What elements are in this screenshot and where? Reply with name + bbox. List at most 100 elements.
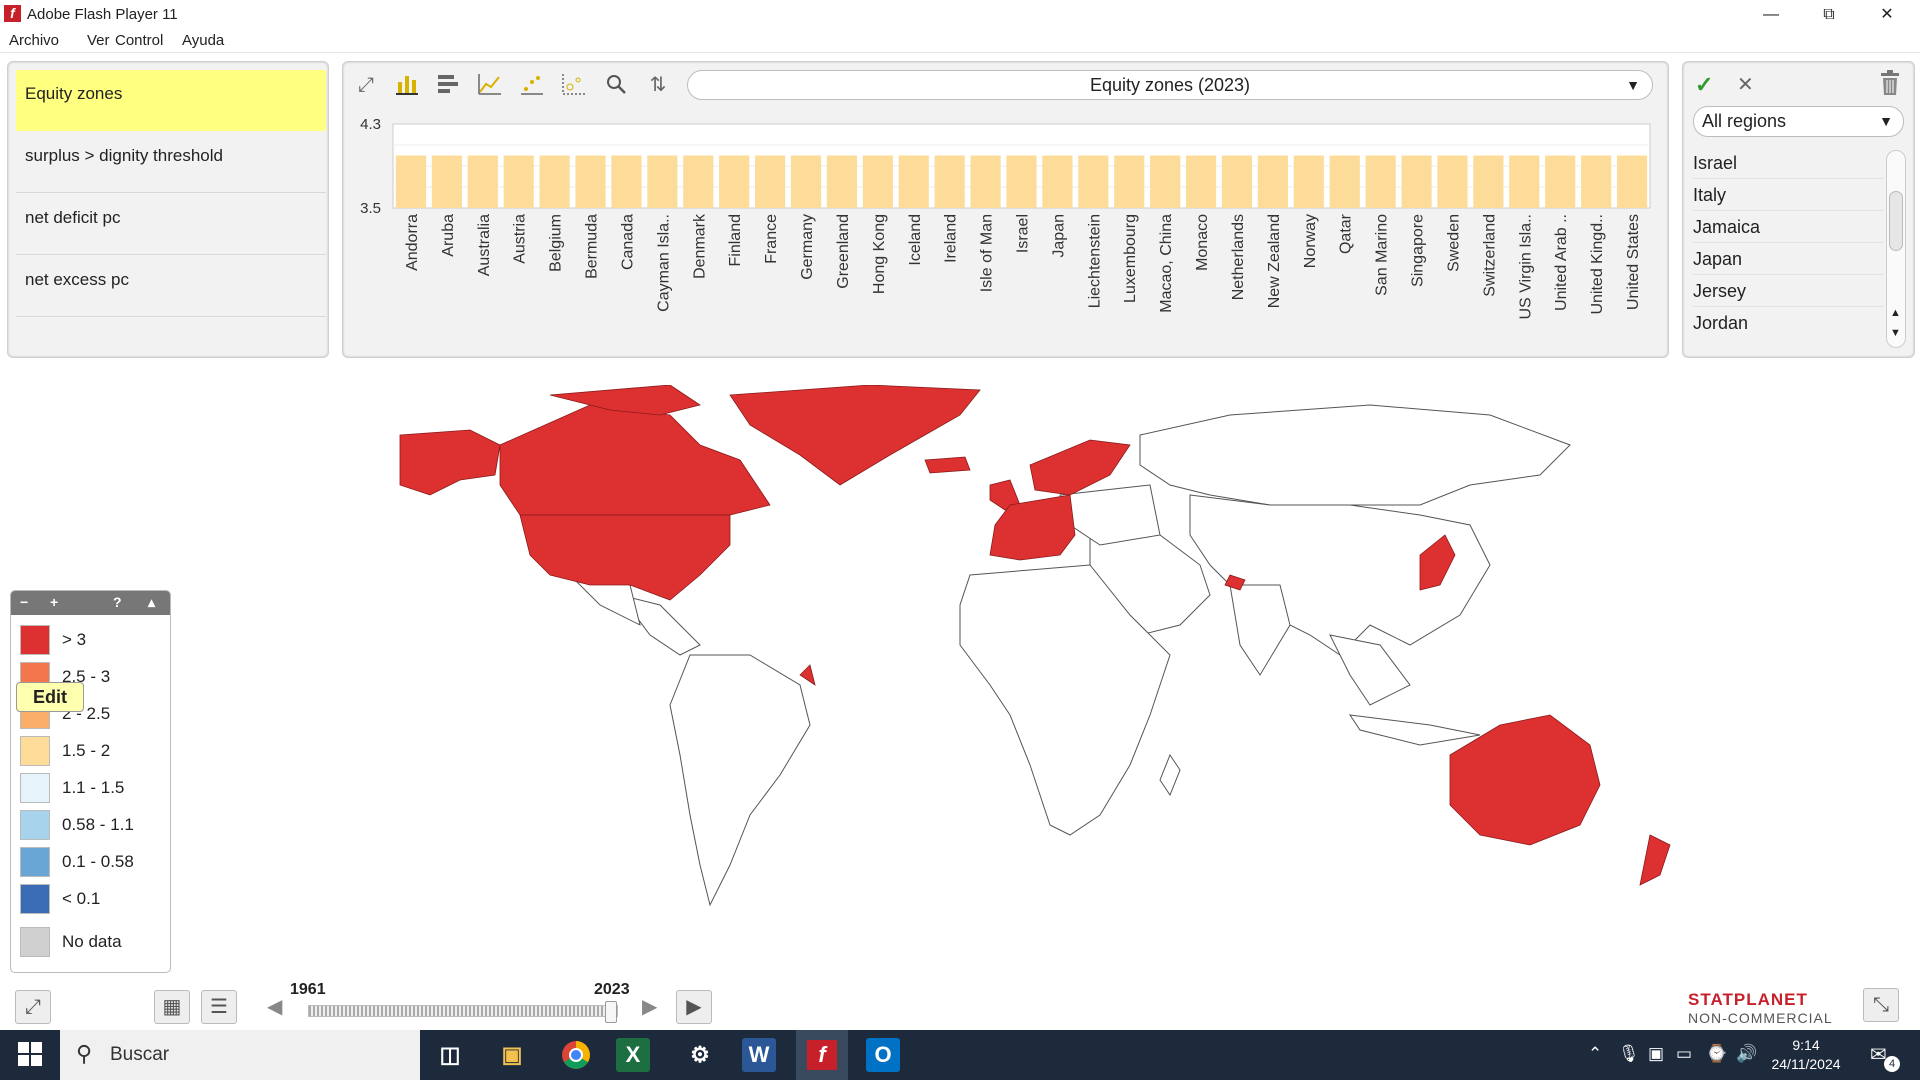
bar[interactable] (1114, 155, 1145, 209)
windows-start-icon[interactable] (18, 1042, 42, 1071)
scroll-up-icon[interactable]: ▲ (1890, 307, 1901, 319)
sort-icon[interactable]: ⇅ (645, 72, 671, 98)
bar[interactable] (755, 155, 786, 209)
world-map[interactable] (370, 385, 1730, 925)
battery-icon[interactable]: ▭ (1676, 1044, 1692, 1064)
menu-archivo[interactable]: Archivo (9, 32, 59, 49)
restore-button[interactable]: ⧉ (1800, 0, 1858, 29)
bar[interactable] (1221, 155, 1253, 209)
bar[interactable] (1006, 155, 1037, 209)
search-icon[interactable] (603, 72, 629, 98)
scatter-icon[interactable] (519, 72, 545, 98)
bar[interactable] (683, 155, 714, 209)
bar[interactable] (1078, 155, 1109, 209)
legend-swatch[interactable] (20, 884, 50, 914)
legend-help-button[interactable]: ? (113, 594, 122, 610)
bar[interactable] (719, 155, 750, 209)
edit-tooltip[interactable]: Edit (16, 682, 84, 712)
bar[interactable] (1329, 155, 1360, 209)
bar[interactable] (826, 155, 858, 209)
line-chart-icon[interactable] (477, 72, 503, 98)
fullscreen-button[interactable]: ⤢ (15, 990, 51, 1024)
table-view-button[interactable]: ▦ (154, 990, 190, 1024)
legend-swatch[interactable] (20, 773, 50, 803)
bar[interactable] (1185, 155, 1217, 209)
indicator-net-deficit[interactable]: net deficit pc (16, 194, 326, 255)
bar[interactable] (1509, 155, 1540, 209)
bar[interactable] (467, 155, 498, 209)
chrome-icon[interactable] (554, 1035, 598, 1075)
timeline-slider-thumb[interactable] (605, 1001, 617, 1023)
bubble-chart-icon[interactable] (561, 72, 587, 98)
clear-x-icon[interactable]: ✕ (1737, 72, 1754, 97)
timeline-next-icon[interactable]: ▶ (642, 994, 657, 1019)
play-button[interactable]: ▶ (676, 990, 712, 1024)
trash-icon[interactable] (1879, 70, 1901, 101)
taskbar-search[interactable]: ⚲ Buscar (60, 1030, 420, 1080)
region-select[interactable]: All regions ▼ (1693, 106, 1904, 137)
region-item-japan[interactable]: Japan (1693, 243, 1883, 275)
outlook-icon[interactable]: O (866, 1038, 900, 1072)
bar[interactable] (1042, 155, 1073, 209)
legend-swatch[interactable] (20, 927, 50, 957)
bar[interactable] (1365, 155, 1396, 209)
bar[interactable] (862, 155, 893, 209)
legend-swatch[interactable] (20, 810, 50, 840)
bar[interactable] (611, 155, 642, 209)
volume-icon[interactable]: 🔊 (1736, 1044, 1757, 1064)
bar[interactable] (898, 155, 929, 209)
menu-ver[interactable]: Ver (87, 32, 110, 49)
region-scrollbar[interactable]: ▲ ▼ (1886, 150, 1906, 348)
indicator-surplus-dignity[interactable]: surplus > dignity threshold (16, 132, 326, 193)
wifi-icon[interactable]: ⌚ (1706, 1044, 1727, 1064)
close-button[interactable]: ✕ (1858, 0, 1916, 29)
bar[interactable] (1293, 155, 1324, 209)
microphone-icon[interactable]: 🎙 (1618, 1044, 1640, 1064)
region-item-italy[interactable]: Italy (1693, 179, 1883, 211)
task-view-icon[interactable]: ◫ (428, 1035, 472, 1075)
tray-chevron-icon[interactable]: ⌃ (1588, 1044, 1602, 1064)
bar[interactable] (503, 155, 534, 209)
bar[interactable] (1150, 155, 1181, 209)
bar[interactable] (647, 155, 678, 209)
legend-swatch[interactable] (20, 847, 50, 877)
minimize-button[interactable]: — (1742, 0, 1800, 29)
legend-swatch[interactable] (20, 736, 50, 766)
bar[interactable] (1401, 155, 1432, 209)
indicator-equity-zones[interactable]: Equity zones (16, 70, 326, 131)
horizontal-bar-icon[interactable] (435, 72, 461, 98)
bar[interactable] (1581, 155, 1612, 209)
bar[interactable] (790, 155, 822, 209)
bar[interactable] (1437, 155, 1468, 209)
timeline-slider[interactable] (308, 1005, 618, 1017)
file-explorer-icon[interactable]: ▣ (490, 1035, 534, 1075)
legend-plus-button[interactable]: + (50, 594, 58, 610)
bar[interactable] (1545, 155, 1576, 209)
scroll-down-icon[interactable]: ▼ (1890, 327, 1901, 339)
bar[interactable] (395, 155, 427, 209)
bar[interactable] (970, 155, 1001, 209)
legend-collapse-button[interactable]: ▴ (148, 594, 155, 611)
bar[interactable] (1616, 155, 1648, 209)
bar[interactable] (575, 155, 606, 209)
settings-gear-icon[interactable]: ⚙ (678, 1035, 722, 1075)
scroll-thumb[interactable] (1889, 191, 1903, 251)
word-icon[interactable]: W (742, 1038, 776, 1072)
notes-button[interactable]: ☰ (201, 990, 237, 1024)
taskbar-clock[interactable]: 9:14 24/11/2024 (1768, 1036, 1844, 1074)
bar[interactable] (539, 155, 570, 209)
menu-ayuda[interactable]: Ayuda (182, 32, 224, 49)
bar[interactable] (431, 155, 462, 209)
bar[interactable] (1473, 155, 1504, 209)
legend-minus-button[interactable]: − (20, 594, 28, 610)
region-item-jordan[interactable]: Jordan (1693, 307, 1883, 339)
region-item-jamaica[interactable]: Jamaica (1693, 211, 1883, 243)
bar[interactable] (1257, 155, 1288, 209)
bar-chart-icon[interactable] (394, 72, 420, 98)
confirm-check-icon[interactable]: ✓ (1695, 72, 1713, 98)
legend-swatch[interactable] (20, 625, 50, 655)
excel-icon[interactable]: X (616, 1038, 650, 1072)
region-item-jersey[interactable]: Jersey (1693, 275, 1883, 307)
shrink-button[interactable]: ⤡ (1863, 988, 1899, 1022)
menu-control[interactable]: Control (115, 32, 163, 49)
